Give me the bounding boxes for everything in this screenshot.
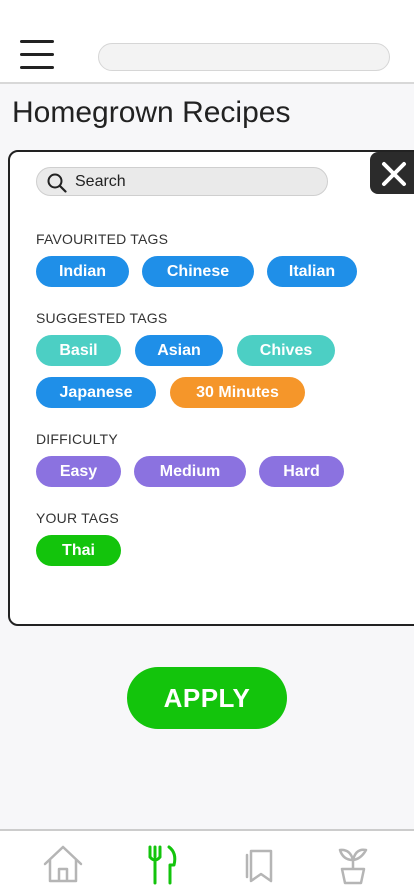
nav-recipes[interactable] [139, 843, 183, 887]
top-app-bar [0, 0, 414, 84]
page-title: Homegrown Recipes [12, 96, 291, 129]
bookmark-icon [245, 849, 273, 883]
header-search-input[interactable] [98, 43, 390, 71]
tag-30-minutes[interactable]: 30 Minutes [170, 377, 305, 408]
favourited-tags-label: FAVOURITED TAGS [36, 231, 169, 247]
tag-chinese[interactable]: Chinese [142, 256, 254, 287]
nav-home[interactable] [41, 843, 85, 887]
search-icon [47, 173, 67, 193]
search-input[interactable] [75, 168, 315, 195]
tag-hard[interactable]: Hard [259, 456, 344, 487]
hamburger-icon[interactable] [20, 40, 54, 70]
tag-chives[interactable]: Chives [237, 335, 335, 366]
tag-thai[interactable]: Thai [36, 535, 121, 566]
close-icon [382, 162, 406, 186]
tag-medium[interactable]: Medium [134, 456, 246, 487]
suggested-tags-label: SUGGESTED TAGS [36, 310, 168, 326]
apply-button[interactable]: APPLY [127, 667, 287, 729]
fork-knife-icon [148, 845, 177, 885]
tag-easy[interactable]: Easy [36, 456, 121, 487]
nav-saved[interactable] [237, 843, 281, 887]
plant-icon [338, 848, 368, 885]
tag-basil[interactable]: Basil [36, 335, 121, 366]
nav-garden[interactable] [331, 843, 375, 887]
tag-italian[interactable]: Italian [267, 256, 357, 287]
your-tags-label: YOUR TAGS [36, 510, 119, 526]
difficulty-label: DIFFICULTY [36, 431, 118, 447]
bottom-navigation [0, 829, 414, 896]
tag-japanese[interactable]: Japanese [36, 377, 156, 408]
tag-asian[interactable]: Asian [135, 335, 223, 366]
close-button[interactable] [370, 152, 414, 194]
tag-indian[interactable]: Indian [36, 256, 129, 287]
home-icon [43, 845, 83, 883]
panel-search-field[interactable] [36, 167, 328, 196]
